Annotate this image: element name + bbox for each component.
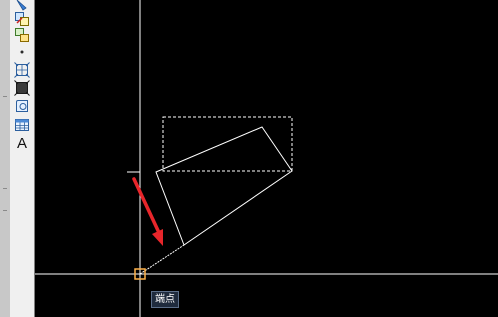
make-block-icon xyxy=(15,28,29,42)
frame-notch xyxy=(3,96,7,97)
insert-block-icon xyxy=(15,12,29,26)
region-icon xyxy=(16,100,28,112)
gradient-icon xyxy=(14,80,30,96)
insert-block-button[interactable] xyxy=(13,11,31,27)
make-block-button[interactable] xyxy=(13,27,31,43)
annotation-arrow-shaft xyxy=(132,177,163,239)
point-button[interactable] xyxy=(13,43,31,59)
draw-toolbar: A xyxy=(10,0,35,317)
rotated-rectangle xyxy=(155,126,293,246)
hatch-button[interactable] xyxy=(13,62,31,78)
frame-notch xyxy=(3,210,7,211)
gradient-button[interactable] xyxy=(13,80,31,96)
point-icon xyxy=(20,50,24,54)
snap-tooltip: 端点 xyxy=(151,291,179,308)
drawing-canvas[interactable]: 端点 xyxy=(35,0,498,317)
rubber-band-line xyxy=(139,244,185,275)
multiline-text-icon: A xyxy=(16,135,27,152)
frame-notch xyxy=(3,188,7,189)
hatch-icon xyxy=(14,62,30,78)
rectangle-preview-dashed xyxy=(162,116,293,172)
table-button[interactable] xyxy=(13,117,31,133)
annotation-arrow-head xyxy=(152,229,163,246)
region-button[interactable] xyxy=(13,98,31,114)
multiline-text-button[interactable]: A xyxy=(13,136,31,152)
table-icon xyxy=(15,119,29,131)
drawing-area xyxy=(35,0,498,317)
